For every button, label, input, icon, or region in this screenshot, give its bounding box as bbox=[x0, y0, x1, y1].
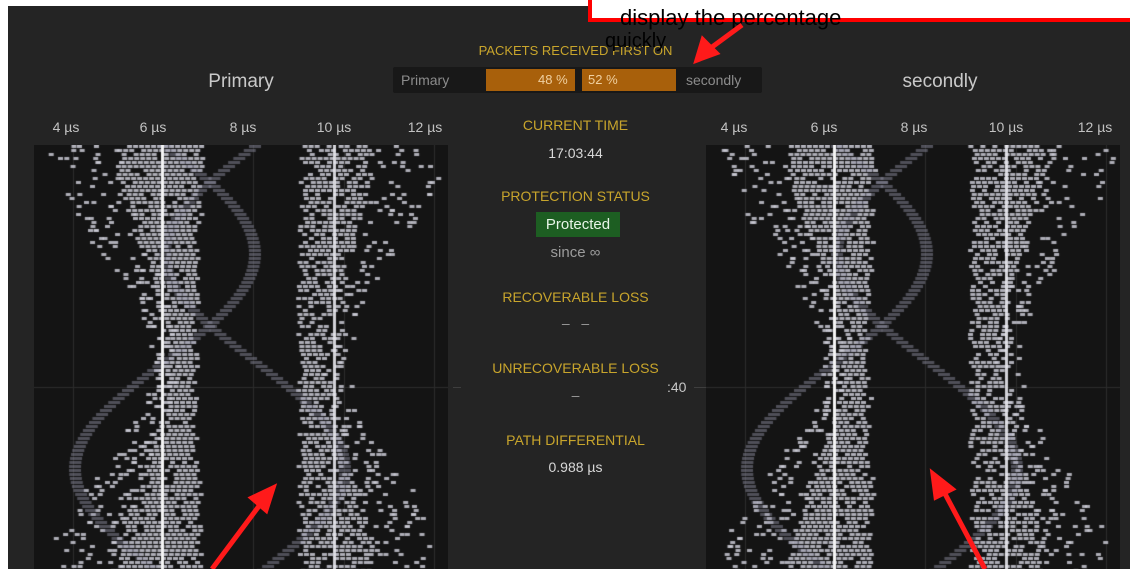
packets-primary-label: Primary bbox=[401, 72, 450, 88]
secondary-panel-title: secondly bbox=[902, 71, 978, 92]
protection-since-text: since ∞ bbox=[550, 244, 601, 261]
primary-panel-title: Primary bbox=[208, 71, 274, 92]
left-axis-tick-6us: 6 µs bbox=[139, 119, 167, 135]
annotation-quickly-text: quickly bbox=[605, 30, 667, 52]
protection-status-title: PROTECTION STATUS bbox=[501, 188, 650, 204]
unrecoverable-loss-value: – bbox=[571, 387, 580, 403]
right-axis-tick-6us: 6 µs bbox=[810, 119, 838, 135]
left-axis-tick-8us: 8 µs bbox=[229, 119, 257, 135]
unrecoverable-loss-title: UNRECOVERABLE LOSS bbox=[492, 360, 659, 376]
right-axis-tick-12us: 12 µs bbox=[1077, 119, 1113, 135]
timeline-marker-left bbox=[453, 387, 461, 388]
left-axis-tick-10us: 10 µs bbox=[316, 119, 352, 135]
path-differential-value: 0.988 µs bbox=[548, 459, 603, 475]
timeline-marker-right bbox=[694, 387, 706, 388]
left-axis-tick-12us: 12 µs bbox=[407, 119, 443, 135]
protection-status-badge: Protected bbox=[536, 212, 620, 237]
right-axis-tick-10us: 10 µs bbox=[988, 119, 1024, 135]
current-time-title: CURRENT TIME bbox=[522, 117, 629, 133]
packets-secondary-percent: 52 % bbox=[588, 72, 618, 87]
right-axis-tick-4us: 4 µs bbox=[720, 119, 748, 135]
left-axis-tick-4us: 4 µs bbox=[52, 119, 80, 135]
current-time-value: 17:03:44 bbox=[548, 145, 603, 161]
annotation-callout-text: display the percentage bbox=[620, 5, 842, 30]
path-differential-title: PATH DIFFERENTIAL bbox=[506, 432, 645, 448]
secondary-timing-canvas bbox=[706, 145, 1120, 569]
right-axis-tick-8us: 8 µs bbox=[900, 119, 928, 135]
packets-primary-percent: 48 % bbox=[538, 72, 568, 87]
recoverable-loss-title: RECOVERABLE LOSS bbox=[502, 289, 649, 305]
primary-timing-plot[interactable] bbox=[34, 145, 448, 569]
primary-timing-canvas bbox=[34, 145, 448, 569]
packets-secondary-label: secondly bbox=[686, 72, 742, 88]
app-window: Primary 4 µs 6 µs 8 µs 10 µs 12 µs secon… bbox=[8, 6, 1130, 569]
secondary-timing-plot[interactable] bbox=[706, 145, 1120, 569]
recoverable-loss-value: – – bbox=[561, 315, 590, 331]
